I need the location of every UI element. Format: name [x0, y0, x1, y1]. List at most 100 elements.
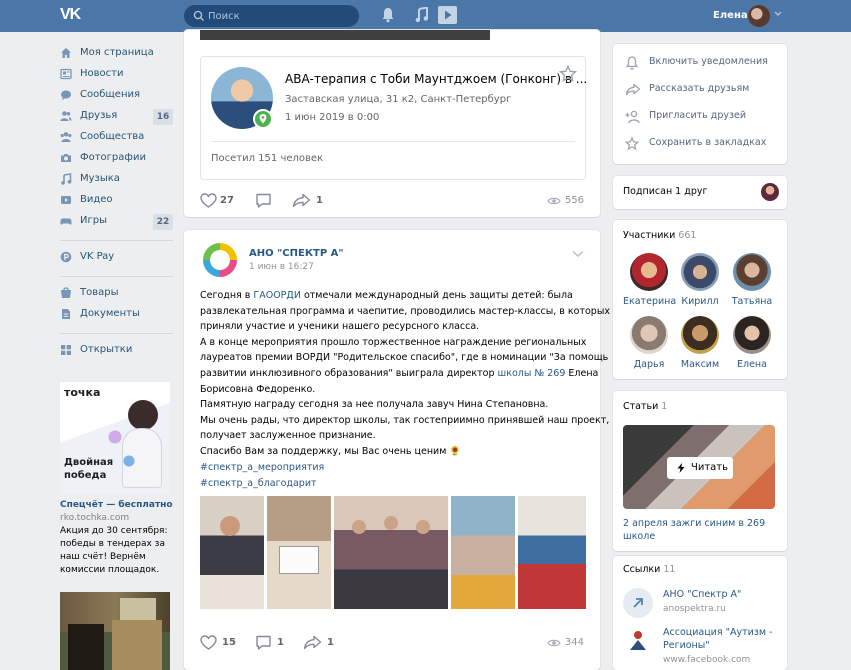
- share-arrow-icon: [303, 635, 322, 650]
- ad-domain[interactable]: rko.tochka.com: [60, 513, 129, 523]
- school-link[interactable]: школы № 269: [498, 368, 566, 379]
- photo-thumbnail[interactable]: [518, 496, 586, 609]
- invite-friends-action[interactable]: Пригласить друзей: [625, 108, 775, 126]
- nav-label: VK Pay: [80, 251, 115, 262]
- link-item[interactable]: Ассоциация "Аутизм - Регионы" www.faceboo…: [623, 626, 783, 670]
- nav-item-video[interactable]: Видео: [58, 191, 173, 211]
- link-arrow-icon: [623, 588, 653, 618]
- like-button[interactable]: 27: [200, 192, 240, 210]
- hashtag-link[interactable]: #спектр_а_мероприятия: [200, 460, 324, 476]
- event-divider: [211, 141, 575, 142]
- heart-icon: [200, 635, 217, 650]
- nav-item-goods[interactable]: Товары: [58, 284, 173, 304]
- invite-icon: [625, 110, 640, 124]
- member-name: Татьяна: [731, 296, 773, 307]
- member-item[interactable]: Дарья: [623, 316, 675, 374]
- post-date[interactable]: 1 июн в 16:27: [249, 262, 314, 272]
- post-image-partial[interactable]: [200, 30, 490, 40]
- music-icon[interactable]: [415, 7, 429, 23]
- nav-item-friends[interactable]: Друзья 16: [58, 107, 173, 127]
- nav-item-messages[interactable]: Сообщения: [58, 86, 173, 106]
- bell-icon[interactable]: [381, 7, 395, 23]
- article-cover[interactable]: Читать: [623, 425, 775, 509]
- ad-caption: Двойная победа: [64, 457, 114, 481]
- photo-thumbnail[interactable]: [334, 496, 448, 609]
- notifications-action[interactable]: Включить уведомления: [625, 54, 775, 72]
- camera-icon: [61, 154, 71, 162]
- post-author[interactable]: АНО "СПЕКТР А": [249, 248, 344, 259]
- post-text-line: лауреатов премии ВОРДИ "Родительское спа…: [200, 352, 617, 364]
- group-avatar[interactable]: [203, 243, 237, 277]
- links-header[interactable]: Ссылки 11: [623, 564, 675, 575]
- event-visits: Посетил 151 человек: [211, 153, 324, 164]
- action-label: Включить уведомления: [649, 56, 768, 67]
- nav-item-my-page[interactable]: Моя страница: [58, 44, 173, 64]
- star-icon[interactable]: [559, 65, 577, 83]
- member-name: Дарья: [633, 359, 665, 370]
- member-item[interactable]: Екатерина: [623, 253, 676, 311]
- ad-title[interactable]: Спецчёт — бесплатно: [60, 500, 173, 510]
- article-title[interactable]: 2 апреля зажги синим в 269 школе: [623, 517, 778, 543]
- friends-count-badge: 16: [153, 109, 173, 125]
- nav-item-cards[interactable]: Открытки: [58, 341, 173, 361]
- nav-label: Новости: [80, 68, 124, 79]
- members-header[interactable]: Участники 661: [623, 230, 696, 241]
- member-item[interactable]: Максим: [674, 316, 726, 374]
- photo-thumbnail[interactable]: [200, 496, 264, 609]
- vkpay-icon: [60, 251, 72, 263]
- photo-thumbnail[interactable]: [267, 496, 331, 609]
- post-actions: 27 1 556: [200, 192, 584, 212]
- ad-description: Акция до 30 сентября: победы в тендерах …: [60, 526, 168, 575]
- user-avatar[interactable]: [748, 5, 770, 27]
- tell-friends-action[interactable]: Рассказать друзьям: [625, 81, 775, 99]
- read-button[interactable]: Читать: [667, 457, 733, 479]
- link-title: АНО "Спектр А": [663, 589, 742, 600]
- vk-logo[interactable]: VK: [60, 6, 86, 26]
- comment-button[interactable]: 1: [255, 634, 290, 652]
- photo-thumbnail[interactable]: [451, 496, 515, 609]
- nav-item-communities[interactable]: Сообщества: [58, 128, 173, 148]
- chevron-down-icon[interactable]: [774, 11, 782, 17]
- post-text-line: Спасибо Вам за поддержку, мы Вас очень ц…: [200, 445, 462, 457]
- chevron-down-icon[interactable]: [572, 250, 584, 258]
- link-item[interactable]: АНО "Спектр А" anospektra.ru: [623, 588, 783, 626]
- bookmark-action[interactable]: Сохранить в закладках: [625, 135, 775, 153]
- event-attachment[interactable]: АВА-терапия с Тоби Маунтджоем (Гонконг) …: [200, 56, 587, 180]
- member-item[interactable]: Елена: [726, 316, 778, 374]
- member-item[interactable]: Кирилл: [674, 253, 726, 311]
- ad-brand: точка: [64, 386, 101, 399]
- post-text-line: Памятную награду сегодня за нее получала…: [200, 399, 549, 411]
- subscribed-friends-card[interactable]: Подписан 1 друг: [613, 176, 787, 209]
- share-button[interactable]: 1: [292, 192, 332, 210]
- views-count: 556: [564, 195, 584, 206]
- member-name: Максим: [680, 359, 720, 370]
- messages-icon: [61, 90, 71, 100]
- like-button[interactable]: 15: [200, 634, 240, 652]
- mention-link[interactable]: ГАООРДИ: [253, 290, 301, 301]
- video-play-icon[interactable]: [438, 6, 457, 24]
- nav-label: Видео: [80, 194, 113, 205]
- hashtag-link[interactable]: #спектр_а_благодарит: [200, 476, 324, 492]
- nav-item-documents[interactable]: Документы: [58, 305, 173, 325]
- user-name[interactable]: Елена: [713, 10, 748, 21]
- nav-item-music[interactable]: Музыка: [58, 170, 173, 190]
- nav-item-photos[interactable]: Фотографии: [58, 149, 173, 169]
- event-title[interactable]: АВА-терапия с Тоби Маунтджоем (Гонконг) …: [285, 72, 587, 86]
- share-button[interactable]: 1: [303, 634, 343, 652]
- friend-avatar[interactable]: [761, 183, 779, 201]
- nav-item-games[interactable]: Игры 22: [58, 212, 173, 232]
- member-item[interactable]: Татьяна: [726, 253, 778, 311]
- nav-item-vk-pay[interactable]: VK Pay: [58, 248, 173, 268]
- search-input[interactable]: [208, 8, 353, 24]
- member-name: Елена: [737, 359, 767, 370]
- map-pin-icon: [253, 109, 273, 129]
- comment-button[interactable]: [255, 192, 275, 210]
- search-box[interactable]: [184, 5, 359, 27]
- articles-header[interactable]: Статьи 1: [623, 401, 667, 412]
- ad-image-2[interactable]: [60, 592, 170, 670]
- event-date: 1 июн 2019 в 0:00: [285, 112, 380, 123]
- heart-icon: [200, 193, 217, 208]
- nav-item-news[interactable]: Новости: [58, 65, 173, 85]
- ad-image[interactable]: точка Двойная победа: [60, 382, 170, 494]
- post-text-line: развлекательная программа и чаепитие, пр…: [200, 305, 610, 317]
